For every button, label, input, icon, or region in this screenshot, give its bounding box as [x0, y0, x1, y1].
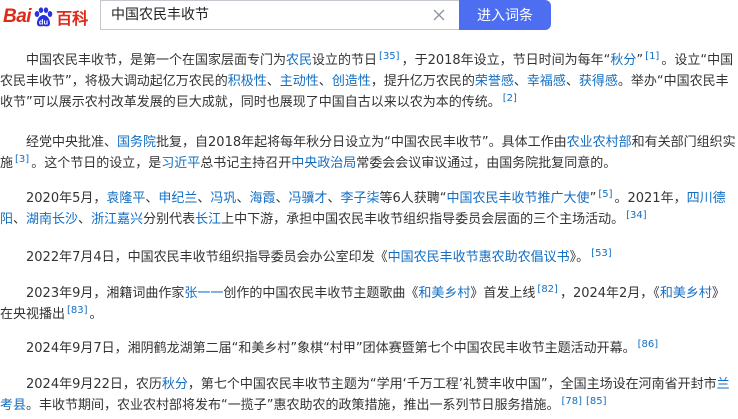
text-segment: 等6人获聘“ — [379, 191, 447, 206]
text-segment: 、 — [145, 191, 159, 206]
text-segment: 。这个节日的设立，是 — [31, 156, 162, 171]
entry-link[interactable]: 冯巩 — [210, 191, 236, 206]
text-segment: 2023年9月，湘籍词曲作家 — [26, 286, 185, 301]
text-segment: 、 — [78, 212, 92, 227]
text-segment: 》。 — [569, 250, 590, 265]
paragraph-2024-festival: 2024年9月22日，农历秋分，第七个中国农民丰收节主题为“学用‘千万工程’礼赞… — [0, 374, 736, 416]
paragraph-chess-event: 2024年9月7日，湘阴鹤龙湖第二届“和美乡村”象棋“村甲”团体赛暨第七个中国农… — [0, 338, 736, 359]
entry-link[interactable]: 国务院 — [117, 135, 156, 150]
entry-link[interactable]: 冯骥才 — [288, 191, 327, 206]
entry-link[interactable]: 秋分 — [610, 53, 636, 68]
paragraph-establishment: 经党中央批准、国务院批复，自2018年起将每年秋分日设立为“中国农民丰收节”。具… — [0, 132, 736, 174]
text-segment: 常委会会议审议通过，由国务院批复同意的。 — [356, 156, 617, 171]
entry-link[interactable]: 秋分 — [162, 377, 188, 392]
entry-link[interactable]: 浙江嘉兴 — [91, 212, 143, 227]
reference-marker[interactable]: [78] — [562, 396, 583, 407]
text-segment: 、 — [565, 74, 579, 89]
reference-marker[interactable]: [53] — [591, 248, 612, 259]
logo-du-text: du — [39, 18, 49, 27]
entry-link[interactable]: 袁隆平 — [106, 191, 145, 206]
reference-marker[interactable]: [85] — [586, 396, 607, 407]
entry-link[interactable]: 农业农村部 — [567, 135, 632, 150]
text-segment: 、 — [318, 74, 332, 89]
paragraph-theme-song: 2023年9月，湘籍词曲作家张一一创作的中国农民丰收节主题歌曲《和美乡村》首发上… — [0, 283, 736, 325]
text-segment: 设立的节日 — [312, 53, 378, 68]
entry-link[interactable]: 中国农民丰收节推广大使 — [447, 191, 590, 206]
entry-link[interactable]: 幸福感 — [527, 74, 566, 89]
close-icon[interactable] — [431, 7, 447, 23]
search-box — [100, 0, 459, 30]
entry-link[interactable]: 积极性 — [228, 74, 267, 89]
entry-link[interactable]: 海霞 — [249, 191, 275, 206]
search-input[interactable] — [111, 1, 411, 29]
reference-marker[interactable]: [83] — [67, 305, 88, 316]
reference-marker[interactable]: [86] — [638, 339, 659, 350]
text-segment: 、 — [197, 191, 211, 206]
text-segment: 分别代表 — [143, 212, 196, 227]
text-segment: 、 — [513, 74, 527, 89]
text-segment: 2024年9月22日，农历 — [26, 377, 162, 392]
entry-link[interactable]: 李子柒 — [341, 191, 380, 206]
text-segment: 、 — [13, 212, 27, 227]
entry-link[interactable]: 和美乡村 — [418, 286, 470, 301]
paragraph-ambassadors-2020: 2020年5月，袁隆平、申纪兰、冯巩、海霞、冯骥才、李子柒等6人获聘“中国农民丰… — [0, 188, 736, 230]
logo-bai-text: Bai — [3, 6, 32, 27]
baidu-paw-icon: du — [32, 6, 54, 28]
text-segment: 、 — [275, 191, 289, 206]
reference-marker[interactable]: [3] — [15, 154, 29, 165]
reference-marker[interactable]: [1] — [645, 51, 659, 62]
text-segment: 创作的中国农民丰收节主题歌曲《 — [223, 286, 419, 301]
entry-link[interactable]: 中国农民丰收节惠农助农倡议书 — [388, 250, 570, 265]
text-segment: ” — [589, 191, 597, 206]
entry-link[interactable]: 张一一 — [184, 286, 223, 301]
text-segment: 、 — [266, 74, 280, 89]
reference-marker[interactable]: [35] — [379, 51, 400, 62]
text-segment: 、 — [327, 191, 341, 206]
paragraph-2022-initiative: 2022年7月4日，中国农民丰收节组织指导委员会办公室印发《中国农民丰收节惠农助… — [0, 247, 736, 268]
text-segment: 经党中央批准、 — [26, 135, 118, 150]
logo-baike-text: 百科 — [56, 9, 89, 28]
reference-marker[interactable]: [2] — [503, 93, 517, 104]
text-segment: ，2024年2月，《 — [559, 286, 660, 301]
text-segment: 总书记主持召开 — [200, 156, 292, 171]
reference-marker[interactable]: [34] — [626, 210, 647, 221]
text-segment: 、 — [236, 191, 250, 206]
text-segment: 2022年7月4日，中国农民丰收节组织指导委员会办公室印发《 — [26, 250, 388, 265]
text-segment: ，于2018年设立，节日时间为每年“ — [401, 53, 611, 68]
text-segment: 中国农民丰收节，是第一个在国家层面专门为 — [26, 53, 287, 68]
text-segment: 。 — [89, 307, 103, 322]
text-segment: ，第七个中国农民丰收节主题为“学用‘千万工程’礼赞丰收中国”，全国主场设在河南省… — [187, 377, 717, 392]
entry-link[interactable]: 主动性 — [280, 74, 319, 89]
text-segment: 2024年9月7日，湘阴鹤龙湖第二届“和美乡村”象棋“村甲”团体赛暨第七个中国农… — [26, 341, 636, 356]
entry-link[interactable]: 荣誉感 — [475, 74, 514, 89]
entry-link[interactable]: 申纪兰 — [158, 191, 197, 206]
enter-entry-button[interactable]: 进入词条 — [459, 0, 551, 30]
entry-link[interactable]: 创造性 — [332, 74, 371, 89]
baidu-baike-logo[interactable]: Bai du 百科 — [3, 5, 88, 29]
entry-link[interactable]: 习近平 — [161, 156, 200, 171]
entry-link[interactable]: 获得感 — [579, 74, 618, 89]
text-segment: 》首发上线 — [470, 286, 536, 301]
reference-marker[interactable]: [82] — [537, 284, 558, 295]
entry-link[interactable]: 中央政治局 — [291, 156, 356, 171]
text-segment: ” — [636, 53, 644, 68]
entry-link[interactable]: 长江 — [195, 212, 221, 227]
text-segment: 2020年5月， — [26, 191, 107, 206]
text-segment: 上中下游，承担中国农民丰收节组织指导委员会层面的三个主场活动。 — [221, 212, 625, 227]
text-segment: 批复，自2018年起将每年秋分日设立为“中国农民丰收节”。具体工作由 — [156, 135, 567, 150]
entry-link[interactable]: 湖南长沙 — [26, 212, 78, 227]
text-segment: 。丰收节期间，农业农村部将发布“一揽子”惠农助农的政策措施，推出一系列节日服务措… — [26, 398, 560, 413]
reference-marker[interactable]: [5] — [598, 189, 612, 200]
top-bar: Bai du 百科 进入词条 — [0, 0, 738, 36]
text-segment: ，提升亿万农民的 — [370, 74, 475, 89]
entry-link[interactable]: 农民 — [286, 53, 312, 68]
text-segment: 。2021年， — [614, 191, 687, 206]
paragraph-intro: 中国农民丰收节，是第一个在国家层面专门为农民设立的节日 [35] ，于2018年设立… — [0, 50, 736, 113]
entry-link[interactable]: 和美乡村 — [660, 286, 712, 301]
